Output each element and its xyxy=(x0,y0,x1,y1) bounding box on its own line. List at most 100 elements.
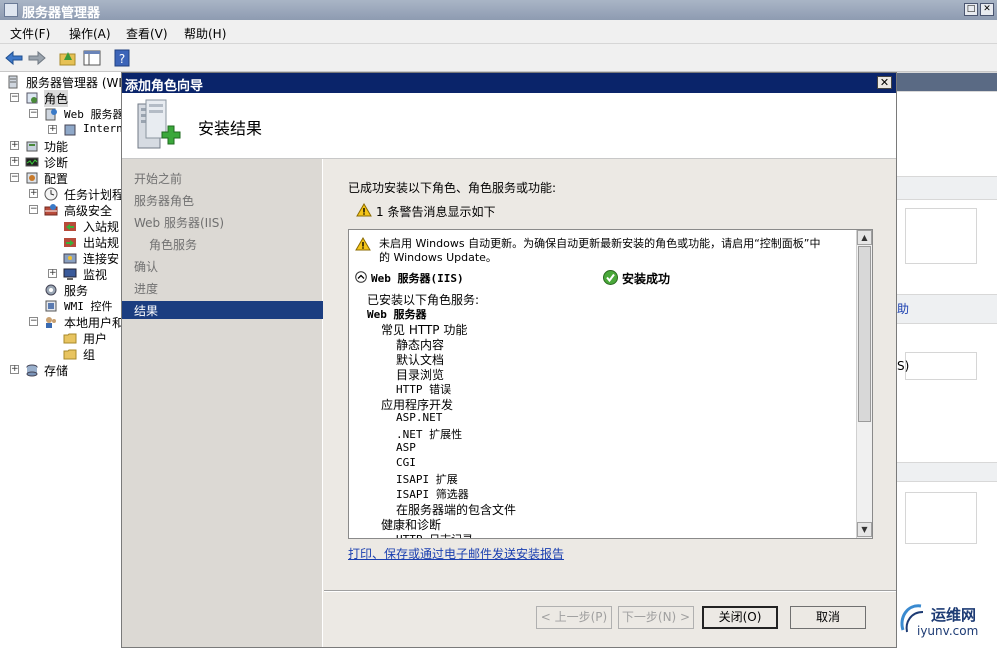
expand-icon[interactable]: + xyxy=(10,141,19,150)
close-button[interactable]: 关闭(O) xyxy=(702,606,778,629)
tree-label-roles: 角色 xyxy=(44,90,69,107)
install-status: 安装成功 xyxy=(622,272,671,286)
watermark-url: iyunv.com xyxy=(917,624,979,638)
step-confirmation[interactable]: 确认 xyxy=(122,257,323,275)
tree-label-outbound-rules: 出站规 xyxy=(83,236,120,250)
step-results[interactable]: 结果 xyxy=(122,301,323,319)
role-service-item: ASP.NET xyxy=(396,411,443,424)
expand-icon[interactable]: + xyxy=(10,365,19,374)
show-hide-tree-icon[interactable] xyxy=(82,48,102,68)
window-titlebar: 服务器管理器 □ ✕ xyxy=(0,0,997,21)
collapse-icon[interactable]: − xyxy=(10,173,19,182)
step-web-server[interactable]: Web 服务器(IIS) xyxy=(122,213,323,231)
tree-label-root: 服务器管理器 (WI xyxy=(26,76,122,90)
collapse-icon[interactable]: − xyxy=(10,93,19,102)
step-server-roles[interactable]: 服务器角色 xyxy=(122,191,323,209)
web-server-icon xyxy=(45,108,57,121)
installation-results-box[interactable]: 未启用 Windows 自动更新。为确保自动更新最新安装的角色或功能，请启用“控… xyxy=(348,229,873,539)
tree-label-web-server: Web 服务器 xyxy=(64,108,122,121)
scroll-thumb[interactable] xyxy=(858,246,871,422)
scroll-up-icon[interactable]: ▲ xyxy=(857,230,872,245)
menu-file[interactable]: 文件(F) xyxy=(10,25,50,42)
tree-label-services: 服务 xyxy=(64,284,89,298)
close-window-button[interactable]: ✕ xyxy=(980,3,994,16)
dialog-titlebar: 添加角色向导 ✕ xyxy=(122,73,896,94)
expand-icon[interactable]: + xyxy=(29,189,38,198)
expand-icon[interactable]: + xyxy=(48,269,57,278)
collapse-icon[interactable]: − xyxy=(29,109,38,118)
step-role-services[interactable]: 角色服务 xyxy=(122,235,323,253)
gear-icon xyxy=(45,284,57,296)
right-panel-box xyxy=(905,492,977,544)
step-progress[interactable]: 进度 xyxy=(122,279,323,297)
scroll-down-icon[interactable]: ▼ xyxy=(857,522,872,537)
warning-count-text: 1 条警告消息显示如下 xyxy=(376,205,496,219)
tree-label-diagnostics: 诊断 xyxy=(44,156,69,170)
collapse-section-icon[interactable] xyxy=(355,271,367,283)
folder-icon xyxy=(63,333,77,344)
warning-icon xyxy=(355,237,371,251)
users-icon xyxy=(46,317,56,328)
right-panel-box xyxy=(905,208,977,264)
wizard-steps: 开始之前 服务器角色 Web 服务器(IIS) 角色服务 确认 进度 结果 xyxy=(122,159,323,647)
up-folder-icon[interactable] xyxy=(58,48,78,68)
cancel-button[interactable]: 取消 xyxy=(790,606,866,629)
roles-icon xyxy=(26,92,38,104)
iis-icon xyxy=(64,124,76,136)
role-service-item: .NET 扩展性 xyxy=(396,428,463,441)
tree-label-users: 用户 xyxy=(83,332,108,346)
menu-help[interactable]: 帮助(H) xyxy=(184,25,226,42)
previous-button[interactable]: < 上一步(P) xyxy=(536,606,612,629)
help-icon[interactable]: ? xyxy=(112,48,132,68)
menu-view[interactable]: 查看(V) xyxy=(126,25,168,42)
clock-icon xyxy=(44,187,58,201)
warning-message-line-2: 的 Windows Update。 xyxy=(379,251,497,264)
dialog-close-button[interactable]: ✕ xyxy=(877,76,892,89)
site-watermark: 运维网 iyunv.com xyxy=(897,598,997,646)
dialog-header: 安装结果 xyxy=(122,93,896,159)
tree-label-storage: 存储 xyxy=(44,364,69,378)
back-arrow-icon[interactable] xyxy=(4,48,24,68)
maximize-button[interactable]: □ xyxy=(964,3,978,16)
tree-label-task-scheduler: 任务计划程 xyxy=(64,188,122,202)
tree-label-features: 功能 xyxy=(44,140,69,154)
wmi-icon xyxy=(45,300,57,312)
toolbar: ? xyxy=(0,44,997,72)
summary-text: 已成功安装以下角色、角色服务或功能: xyxy=(348,181,557,195)
navigation-tree: 服务器管理器 (WI − 角色 − Web 服务器 + Intern + 功能 … xyxy=(0,72,122,648)
menu-action[interactable]: 操作(A) xyxy=(69,25,111,42)
expand-icon[interactable]: + xyxy=(10,157,19,166)
next-button[interactable]: 下一步(N) > xyxy=(618,606,694,629)
role-service-item: ASP xyxy=(396,441,416,454)
outbound-rules-icon xyxy=(64,238,76,247)
forward-arrow-icon[interactable] xyxy=(27,48,47,68)
right-panel-section xyxy=(897,294,997,324)
report-link[interactable]: 打印、保存或通过电子邮件发送安装报告 xyxy=(348,545,564,562)
role-service-item: CGI xyxy=(396,456,416,469)
folder-icon xyxy=(63,349,77,360)
role-service-item: HTTP 日志记录 xyxy=(396,531,473,538)
tree-label-wmi: WMI 控件 xyxy=(64,300,113,313)
dialog-footer: < 上一步(P) 下一步(N) > 关闭(O) 取消 xyxy=(324,590,896,647)
window-title: 服务器管理器 xyxy=(22,6,101,21)
collapse-icon[interactable]: − xyxy=(29,317,38,326)
tree-label-monitor: 监视 xyxy=(83,268,108,282)
configuration-icon xyxy=(26,172,38,184)
step-before-you-begin[interactable]: 开始之前 xyxy=(122,169,323,187)
expand-icon[interactable]: + xyxy=(48,125,57,134)
tree-label-iis: Intern xyxy=(83,122,122,135)
tree-label-groups: 组 xyxy=(83,348,96,362)
storage-icon xyxy=(26,364,38,377)
right-panel-section xyxy=(897,462,997,482)
results-scrollbar[interactable]: ▲ ▼ xyxy=(856,230,872,538)
right-panel-help-link[interactable]: 助 xyxy=(897,300,909,317)
page-heading: 安装结果 xyxy=(198,119,263,138)
tree-label-configuration: 配置 xyxy=(44,172,69,186)
right-panel-box xyxy=(905,352,977,380)
collapse-icon[interactable]: − xyxy=(29,205,38,214)
server-manager-icon xyxy=(4,3,18,17)
add-roles-wizard-dialog: 添加角色向导 ✕ 安装结果 开始之前 服务器角色 Web 服务器(IIS) 角色… xyxy=(121,72,897,648)
diagnostics-icon xyxy=(25,157,39,167)
features-icon xyxy=(26,141,38,152)
server-icon xyxy=(8,75,18,89)
